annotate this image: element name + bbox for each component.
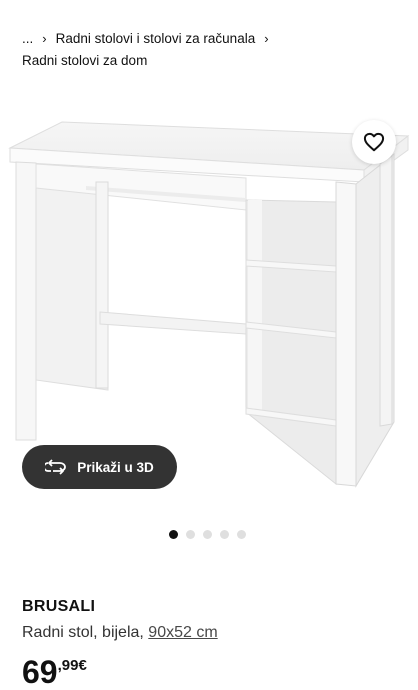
breadcrumb-item-desks-and-computer-desks[interactable]: Radni stolovi i stolovi za računala	[56, 28, 256, 50]
gallery-dot-3[interactable]	[203, 530, 212, 539]
product-price: 69 ,99€	[22, 654, 87, 690]
gallery-pagination	[169, 530, 246, 539]
gallery-dot-4[interactable]	[220, 530, 229, 539]
breadcrumb-ellipsis[interactable]: ...	[22, 28, 33, 50]
gallery-dot-5[interactable]	[237, 530, 246, 539]
product-name: BRUSALI	[22, 598, 96, 615]
view-in-3d-button[interactable]: Prikaži u 3D	[22, 445, 177, 489]
chevron-right-icon: ›	[42, 31, 47, 46]
breadcrumb: ... › Radni stolovi i stolovi za računal…	[22, 28, 408, 72]
view-in-3d-label: Prikaži u 3D	[77, 459, 154, 475]
breadcrumb-item-home-desks[interactable]: Radni stolovi za dom	[22, 50, 147, 72]
price-main: 69	[22, 654, 58, 690]
gallery-dot-2[interactable]	[186, 530, 195, 539]
rotate-3d-icon	[45, 459, 67, 475]
favorite-button[interactable]	[352, 120, 396, 164]
product-description: Radni stol, bijela, 90x52 cm	[22, 624, 218, 642]
heart-icon	[363, 132, 385, 152]
gallery-dot-1[interactable]	[169, 530, 178, 539]
product-type: Radni stol, bijela,	[22, 624, 144, 641]
price-decimals: ,99€	[57, 657, 87, 674]
chevron-right-icon: ›	[264, 31, 269, 46]
product-dimensions-link[interactable]: 90x52 cm	[148, 624, 217, 641]
